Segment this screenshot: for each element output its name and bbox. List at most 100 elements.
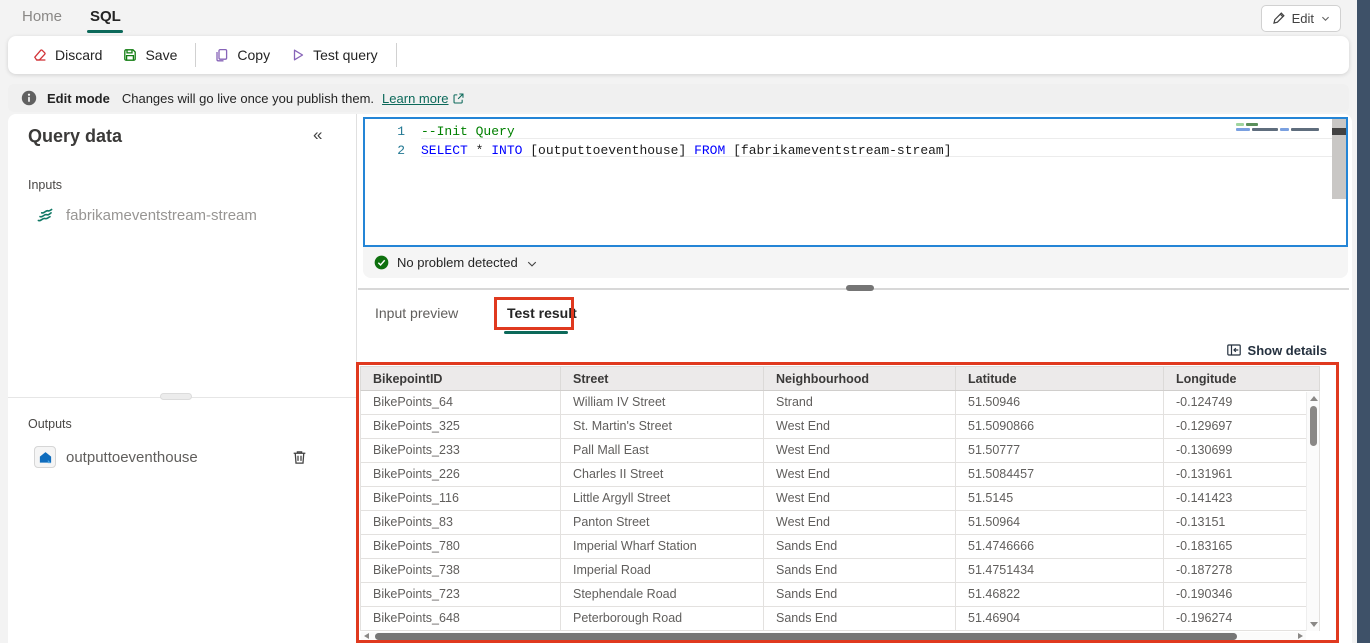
output-item-label: outputtoeventhouse xyxy=(66,449,198,466)
edit-button[interactable]: Edit xyxy=(1261,5,1341,32)
table-cell: -0.196274 xyxy=(1164,607,1320,630)
table-row[interactable]: BikePoints_723Stephendale RoadSands End5… xyxy=(360,583,1320,607)
sql-code-editor[interactable]: 1--Init Query 2SELECT * INTO [outputtoev… xyxy=(363,117,1348,247)
table-row[interactable]: BikePoints_226Charles II StreetWest End5… xyxy=(360,463,1320,487)
table-cell: St. Martin's Street xyxy=(561,415,764,438)
table-cell: Little Argyll Street xyxy=(561,487,764,510)
table-cell: 51.46822 xyxy=(956,583,1164,606)
table-cell: Panton Street xyxy=(561,511,764,534)
table-row[interactable]: BikePoints_780Imperial Wharf StationSand… xyxy=(360,535,1320,559)
table-cell: West End xyxy=(764,487,956,510)
tab-home[interactable]: Home xyxy=(22,8,62,25)
table-cell: BikePoints_723 xyxy=(361,583,561,606)
table-cell: 51.4751434 xyxy=(956,559,1164,582)
table-cell: -0.190346 xyxy=(1164,583,1320,606)
table-cell: Peterborough Road xyxy=(561,607,764,630)
column-header[interactable]: Latitude xyxy=(956,367,1164,390)
edit-button-label: Edit xyxy=(1292,11,1314,26)
eraser-icon xyxy=(32,47,48,63)
collapse-sidebar-icon[interactable]: « xyxy=(313,125,322,145)
eventstream-icon xyxy=(34,204,56,226)
vertical-scrollbar-thumb[interactable] xyxy=(1310,406,1317,446)
table-cell: BikePoints_648 xyxy=(361,607,561,630)
test-query-button[interactable]: Test query xyxy=(280,42,388,68)
banner-title: Edit mode xyxy=(47,91,110,106)
delete-output-icon[interactable] xyxy=(291,449,308,466)
table-row[interactable]: BikePoints_325St. Martin's StreetWest En… xyxy=(360,415,1320,439)
table-row[interactable]: BikePoints_648Peterborough RoadSands End… xyxy=(360,607,1320,631)
tab-input-preview[interactable]: Input preview xyxy=(375,305,458,321)
copy-label: Copy xyxy=(237,47,270,63)
column-header[interactable]: Neighbourhood xyxy=(764,367,956,390)
table-cell: Sands End xyxy=(764,559,956,582)
sidebar-splitter-handle[interactable] xyxy=(160,393,192,400)
copy-icon xyxy=(214,47,230,63)
table-cell: Imperial Road xyxy=(561,559,764,582)
save-button[interactable]: Save xyxy=(112,42,187,68)
table-vertical-scrollbar[interactable] xyxy=(1306,392,1319,631)
table-cell: -0.130699 xyxy=(1164,439,1320,462)
status-expand-chevron-icon[interactable] xyxy=(526,258,538,270)
table-cell: 51.50777 xyxy=(956,439,1164,462)
table-cell: BikePoints_116 xyxy=(361,487,561,510)
scroll-right-arrow-icon[interactable] xyxy=(1298,633,1303,639)
table-horizontal-scrollbar[interactable] xyxy=(361,632,1306,641)
sql-comment: --Init Query xyxy=(421,124,515,139)
table-cell: Strand xyxy=(764,391,956,414)
tab-sql[interactable]: SQL xyxy=(90,8,121,25)
table-cell: -0.187278 xyxy=(1164,559,1320,582)
editor-status-bar: No problem detected xyxy=(363,247,1348,278)
code-line-1: 1--Init Query xyxy=(365,122,1330,141)
table-cell: BikePoints_226 xyxy=(361,463,561,486)
table-cell: Sands End xyxy=(764,535,956,558)
column-header[interactable]: Longitude xyxy=(1164,367,1319,390)
discard-button[interactable]: Discard xyxy=(22,42,112,68)
column-header[interactable]: BikepointID xyxy=(361,367,561,390)
output-item-eventhouse[interactable]: outputtoeventhouse xyxy=(34,446,198,468)
table-cell: 51.5084457 xyxy=(956,463,1164,486)
sql-identifier: [outputtoeventhouse] xyxy=(522,143,694,158)
editor-minimap xyxy=(1236,123,1328,133)
show-details-button[interactable]: Show details xyxy=(1226,342,1327,358)
eventhouse-icon xyxy=(34,446,56,468)
discard-label: Discard xyxy=(55,47,102,63)
table-row[interactable]: BikePoints_738Imperial RoadSands End51.4… xyxy=(360,559,1320,583)
inputs-section-label: Inputs xyxy=(28,178,62,192)
test-query-label: Test query xyxy=(313,47,378,63)
minimap-line xyxy=(1236,128,1328,131)
table-body: BikePoints_64William IV StreetStrand51.5… xyxy=(360,391,1320,632)
content-area: 1--Init Query 2SELECT * INTO [outputtoev… xyxy=(358,114,1352,643)
code-line-2: 2SELECT * INTO [outputtoeventhouse] FROM… xyxy=(365,141,1330,160)
table-row[interactable]: BikePoints_116Little Argyll StreetWest E… xyxy=(360,487,1320,511)
column-header[interactable]: Street xyxy=(561,367,764,390)
table-cell: 51.50946 xyxy=(956,391,1164,414)
table-row[interactable]: BikePoints_83Panton StreetWest End51.509… xyxy=(360,511,1320,535)
table-row[interactable]: BikePoints_233Pall Mall EastWest End51.5… xyxy=(360,439,1320,463)
table-row[interactable]: BikePoints_64William IV StreetStrand51.5… xyxy=(360,391,1320,415)
editor-scrollbar[interactable] xyxy=(1332,119,1346,199)
app-window: Home SQL Edit Discard Save xyxy=(0,0,1370,643)
input-item-label: fabrikameventstream-stream xyxy=(66,207,257,224)
table-cell: Pall Mall East xyxy=(561,439,764,462)
copy-button[interactable]: Copy xyxy=(204,42,280,68)
horizontal-scrollbar-thumb[interactable] xyxy=(375,633,1237,640)
top-tab-bar: Home SQL Edit xyxy=(0,0,1357,34)
outputs-section-label: Outputs xyxy=(28,417,72,431)
panel-splitter-handle[interactable] xyxy=(846,285,874,291)
table-cell: West End xyxy=(764,439,956,462)
status-text: No problem detected xyxy=(397,255,518,270)
sql-keyword: SELECT xyxy=(421,143,468,158)
pencil-icon xyxy=(1271,11,1286,26)
tab-test-result[interactable]: Test result xyxy=(507,305,577,321)
input-item-eventstream[interactable]: fabrikameventstream-stream xyxy=(34,204,257,226)
sql-keyword: INTO xyxy=(491,143,522,158)
table-cell: 51.5090866 xyxy=(956,415,1164,438)
learn-more-link[interactable]: Learn more xyxy=(382,91,464,106)
scroll-up-arrow-icon[interactable] xyxy=(1310,396,1318,401)
scroll-down-arrow-icon[interactable] xyxy=(1310,622,1318,627)
chevron-down-icon xyxy=(1320,13,1331,24)
editor-scrollbar-thumb[interactable] xyxy=(1332,128,1346,135)
table-cell: BikePoints_83 xyxy=(361,511,561,534)
scroll-left-arrow-icon[interactable] xyxy=(364,633,369,639)
table-cell: BikePoints_233 xyxy=(361,439,561,462)
